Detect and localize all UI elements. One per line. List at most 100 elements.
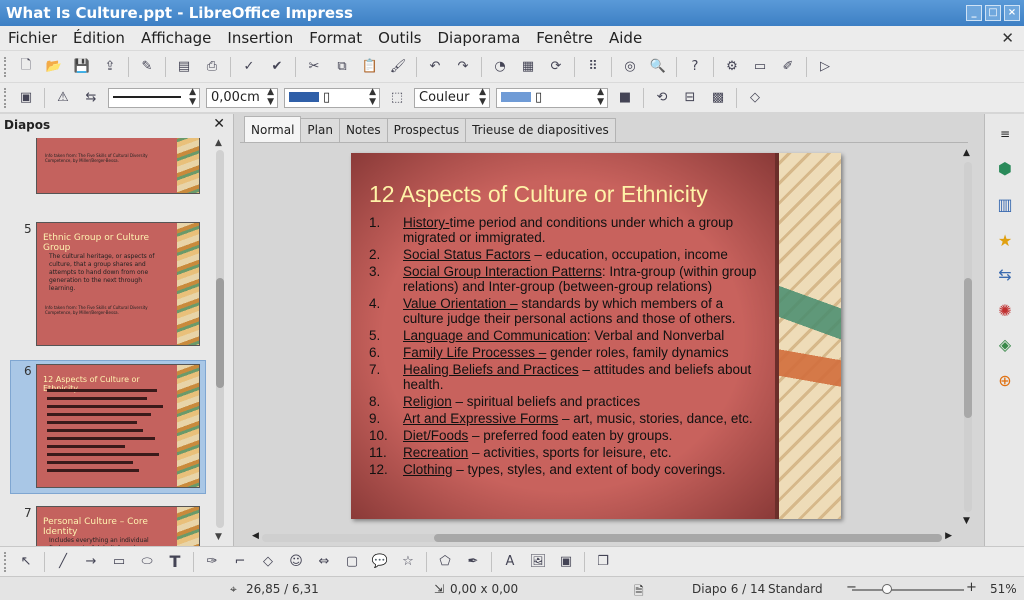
maximize-button[interactable]: □ bbox=[985, 5, 1001, 21]
start-slideshow-icon[interactable]: ▷ bbox=[814, 56, 836, 78]
display-views-icon[interactable]: ⟳ bbox=[545, 56, 567, 78]
toggle-extrusion-icon[interactable]: ◇ bbox=[744, 87, 766, 109]
line-tool-icon[interactable]: ╱ bbox=[52, 551, 74, 573]
line-color-select[interactable]: ▯ ▲ ▼ bbox=[284, 87, 380, 108]
redo-icon[interactable]: ↷ bbox=[452, 56, 474, 78]
text-tool-icon[interactable]: T bbox=[164, 551, 186, 573]
menu-fenetre[interactable]: Fenêtre bbox=[528, 29, 601, 47]
line-width-field[interactable]: 0,00cm ▲ ▼ bbox=[206, 87, 278, 108]
callouts-icon[interactable]: 💬 bbox=[369, 551, 391, 573]
open-folder-icon[interactable]: 📂 bbox=[43, 56, 65, 78]
gallery-star-icon[interactable]: ★ bbox=[993, 228, 1017, 252]
curves-icon[interactable]: ✑ bbox=[201, 551, 223, 573]
scroll-right-icon[interactable]: ▶ bbox=[945, 531, 952, 541]
cut-icon[interactable]: ✂ bbox=[303, 56, 325, 78]
slide-layout-icon[interactable]: ▭ bbox=[749, 56, 771, 78]
slide-thumbnail-7[interactable]: Personal Culture – Core Identity Include… bbox=[36, 506, 200, 546]
extrusion-icon[interactable]: ❐ bbox=[592, 551, 614, 573]
scroll-down-icon[interactable]: ▼ bbox=[215, 532, 222, 542]
paste-icon[interactable]: 📋 bbox=[359, 56, 381, 78]
symbol-shapes-icon[interactable]: ☺ bbox=[285, 551, 307, 573]
glue-points-icon[interactable]: ✒ bbox=[462, 551, 484, 573]
scroll-thumb[interactable] bbox=[434, 534, 942, 542]
area-style-select[interactable]: Couleur ▲ ▼ bbox=[414, 87, 490, 108]
slide-thumbnail-6[interactable]: 12 Aspects of Culture or Ethnicity bbox=[36, 364, 200, 488]
slide-body-list[interactable]: 1. History-time period and conditions und… bbox=[369, 215, 765, 479]
insert-image-icon[interactable]: 🖼 bbox=[527, 551, 549, 573]
navigator-icon[interactable]: ◎ bbox=[619, 56, 641, 78]
align-icon[interactable]: ⊟ bbox=[679, 87, 701, 109]
slide-thumbnail-4[interactable]: Info taken from: The Five Skills of Cult… bbox=[36, 138, 200, 194]
stars-icon[interactable]: ☆ bbox=[397, 551, 419, 573]
ellipse-icon[interactable]: ⬭ bbox=[136, 551, 158, 573]
zoom-level[interactable]: 51% bbox=[990, 582, 1017, 596]
edit-file-icon[interactable]: ✎ bbox=[136, 56, 158, 78]
scroll-thumb[interactable] bbox=[216, 278, 224, 388]
scroll-down-icon[interactable]: ▼ bbox=[963, 516, 970, 526]
undo-icon[interactable]: ↶ bbox=[424, 56, 446, 78]
layouts-icon[interactable]: ▥ bbox=[993, 192, 1017, 216]
toolbar-grip[interactable] bbox=[4, 551, 8, 572]
toolbar-grip[interactable] bbox=[4, 87, 8, 108]
slide-design-icon[interactable]: ✐ bbox=[777, 56, 799, 78]
tab-normal[interactable]: Normal bbox=[244, 116, 302, 142]
arrow-style-icon[interactable]: ⇆ bbox=[80, 87, 102, 109]
arrow-line-icon[interactable]: → bbox=[80, 551, 102, 573]
line-style-select[interactable]: ▲ ▼ bbox=[108, 87, 200, 108]
connectors-icon[interactable]: ⌐ bbox=[229, 551, 251, 573]
menu-format[interactable]: Format bbox=[301, 29, 370, 47]
menu-aide[interactable]: Aide bbox=[601, 29, 650, 47]
scroll-left-icon[interactable]: ◀ bbox=[252, 531, 259, 541]
arrange-icon[interactable]: ▩ bbox=[707, 87, 729, 109]
select-arrow-icon[interactable]: ↖ bbox=[15, 551, 37, 573]
scroll-up-icon[interactable]: ▲ bbox=[963, 148, 970, 158]
insert-movie-icon[interactable]: ▣ bbox=[555, 551, 577, 573]
animation-icon[interactable]: ✺ bbox=[993, 298, 1017, 322]
tab-prospectus[interactable]: Prospectus bbox=[386, 118, 467, 142]
scroll-up-icon[interactable]: ▲ bbox=[215, 138, 222, 148]
area-style-icon[interactable]: ⬚ bbox=[386, 87, 408, 109]
block-arrows-icon[interactable]: ⇔ bbox=[313, 551, 335, 573]
scroll-thumb[interactable] bbox=[964, 278, 972, 418]
rotate-icon[interactable]: ⟲ bbox=[651, 87, 673, 109]
chart-icon[interactable]: ◔ bbox=[489, 56, 511, 78]
slide-title[interactable]: 12 Aspects of Culture or Ethnicity bbox=[369, 181, 708, 208]
table-icon[interactable]: ▦ bbox=[517, 56, 539, 78]
clone-formatting-icon[interactable]: 🖌 bbox=[387, 56, 409, 78]
properties-icon[interactable]: ⬢ bbox=[993, 156, 1017, 180]
master-slide-name[interactable]: Standard bbox=[768, 582, 823, 596]
zoom-in-button[interactable]: + bbox=[966, 580, 977, 595]
new-document-icon[interactable]: 🗋 bbox=[15, 56, 37, 78]
close-panel-icon[interactable]: ✕ bbox=[213, 116, 225, 132]
export-icon[interactable]: ⇪ bbox=[99, 56, 121, 78]
menu-fichier[interactable]: Fichier bbox=[0, 29, 65, 47]
navigator-compass-icon[interactable]: ⊕ bbox=[993, 368, 1017, 392]
line-width-spin[interactable]: ▲ ▼ bbox=[267, 87, 274, 107]
shadow-icon[interactable]: ■ bbox=[614, 87, 636, 109]
basic-shapes-icon[interactable]: ◇ bbox=[257, 551, 279, 573]
presentation-icon[interactable]: ⚙ bbox=[721, 56, 743, 78]
toolbar-grip[interactable] bbox=[4, 56, 8, 77]
fill-color-select[interactable]: ▯ ▲ ▼ bbox=[496, 87, 608, 108]
print-icon[interactable]: ⎙ bbox=[201, 56, 223, 78]
menu-diaporama[interactable]: Diaporama bbox=[430, 29, 529, 47]
export-pdf-icon[interactable]: ▤ bbox=[173, 56, 195, 78]
close-window-button[interactable]: × bbox=[1004, 5, 1020, 21]
spellcheck-icon[interactable]: ✓ bbox=[238, 56, 260, 78]
menu-affichage[interactable]: Affichage bbox=[133, 29, 219, 47]
tab-slide-sorter[interactable]: Trieuse de diapositives bbox=[465, 118, 616, 142]
rectangle-icon[interactable]: ▭ bbox=[108, 551, 130, 573]
minimize-button[interactable]: _ bbox=[966, 5, 982, 21]
menu-outils[interactable]: Outils bbox=[370, 29, 429, 47]
grid-icon[interactable]: ⠿ bbox=[582, 56, 604, 78]
slide-transition-icon[interactable]: ⇆ bbox=[993, 262, 1017, 286]
vertical-scrollbar[interactable]: ▲ ▼ bbox=[962, 148, 974, 530]
tab-notes[interactable]: Notes bbox=[338, 118, 388, 142]
save-icon[interactable]: 💾 bbox=[71, 56, 93, 78]
select-mode-icon[interactable]: ▣ bbox=[15, 87, 37, 109]
horizontal-scrollbar[interactable]: ◀ ▶ bbox=[252, 531, 952, 542]
menu-insertion[interactable]: Insertion bbox=[219, 29, 301, 47]
zoom-icon[interactable]: 🔍 bbox=[647, 56, 669, 78]
slide[interactable]: 12 Aspects of Culture or Ethnicity 1. His… bbox=[351, 153, 841, 519]
flowchart-icon[interactable]: ▢ bbox=[341, 551, 363, 573]
